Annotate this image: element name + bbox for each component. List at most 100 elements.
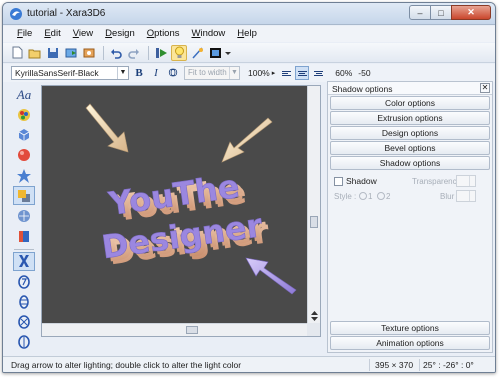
fit-select[interactable]: Fit to width ▼ (184, 66, 240, 80)
save-icon[interactable] (45, 45, 61, 61)
outline-button[interactable]: O (166, 66, 180, 80)
3d-scene[interactable]: YouThe YouThe YouThe Designer Designer D… (42, 86, 308, 324)
title-bar[interactable]: tutorial - Xara3D6 – □ ✕ (3, 3, 495, 25)
close-button[interactable]: ✕ (451, 5, 491, 20)
style-radio-1[interactable]: 1 (358, 192, 372, 201)
anim-rotate-4-icon[interactable] (13, 333, 35, 352)
bevel-icon[interactable] (13, 227, 35, 246)
bold-button[interactable]: B (132, 66, 146, 80)
anim-rotate-3-icon[interactable] (13, 312, 35, 331)
status-divider (369, 359, 370, 371)
align-right-button[interactable] (311, 66, 325, 80)
style-radio-2-label: 2 (386, 192, 391, 201)
star-icon[interactable] (13, 166, 35, 185)
shadow-checkbox[interactable]: Shadow (334, 176, 377, 186)
transparency-stepper[interactable] (456, 175, 476, 187)
minimize-button[interactable]: – (409, 5, 431, 20)
chevron-down-icon: ▼ (229, 67, 239, 79)
vertical-scrollbar[interactable] (307, 86, 320, 324)
anim-x-icon[interactable] (13, 251, 35, 271)
blur-stepper[interactable] (456, 190, 476, 202)
options-panel: Shadow options ✕ Color options Extrusion… (327, 81, 493, 353)
chevron-down-icon: ▼ (117, 67, 128, 79)
menu-window-label: indow (200, 28, 226, 39)
design-options-button[interactable]: Design options (330, 126, 490, 140)
menu-file[interactable]: File (11, 26, 38, 42)
menu-edit-label: dit (50, 28, 61, 39)
texture-options-button[interactable]: Texture options (330, 321, 490, 335)
extrude-tool-icon[interactable] (13, 125, 35, 144)
status-divider (419, 359, 420, 371)
align-left-button[interactable] (279, 66, 293, 80)
style-radio-1-label: 1 (368, 192, 373, 201)
shadow-options-button[interactable]: Shadow options (330, 156, 490, 170)
char-spacing-value[interactable]: -50 (358, 68, 370, 78)
color-options-button[interactable]: Color options (330, 96, 490, 110)
shadow-tool-icon[interactable] (13, 186, 35, 206)
export-icon[interactable] (63, 45, 79, 61)
extrusion-options-button[interactable]: Extrusion options (330, 111, 490, 125)
canvas-size: 395 × 370 (375, 360, 414, 370)
anim-rotate-2-icon[interactable] (13, 292, 35, 311)
new-icon[interactable] (9, 45, 25, 61)
menu-window[interactable]: Window (186, 26, 232, 42)
menu-options-label: ptions (154, 28, 180, 39)
menu-help[interactable]: Help (231, 26, 263, 42)
zoom-field[interactable]: 100% ▸ (246, 66, 277, 80)
antialias-icon[interactable] (189, 45, 205, 61)
panel-close-button[interactable]: ✕ (480, 83, 490, 93)
line-spacing-value[interactable]: 60% (335, 68, 352, 78)
text-tool-icon[interactable]: Aa (13, 85, 35, 104)
font-select[interactable]: KyrillaSansSerif-Black ▼ (11, 66, 129, 80)
radio-2-circle[interactable] (377, 192, 385, 200)
app-logo-icon (10, 8, 22, 20)
bevel-options-button[interactable]: Bevel options (330, 141, 490, 155)
color-tool-icon[interactable] (13, 105, 35, 124)
align-center-button[interactable] (295, 66, 310, 80)
menu-design-label: esign (112, 28, 135, 39)
menu-options[interactable]: Options (141, 26, 186, 42)
zoom-value: 100% (248, 68, 270, 78)
light-arrow-1[interactable] (85, 103, 129, 153)
menu-help-label: elp (244, 28, 257, 39)
undo-icon[interactable] (108, 45, 124, 61)
panel-header: Shadow options ✕ (328, 82, 492, 95)
italic-button[interactable]: I (149, 66, 163, 80)
maximize-button[interactable]: □ (430, 5, 452, 20)
shadow-checkbox-label: Shadow (346, 176, 377, 186)
horizontal-scroll-thumb[interactable] (186, 326, 198, 334)
light-arrow-2[interactable] (221, 117, 273, 163)
radio-1-circle[interactable] (359, 192, 367, 200)
vertical-scroll-thumb[interactable] (310, 216, 318, 228)
menu-file-label: ile (22, 28, 33, 39)
format-toolbar: KyrillaSansSerif-Black ▼ B I O Fit to wi… (3, 64, 495, 82)
shadow-options-group: Shadow Transparency Style : 1 2 Blur (330, 172, 490, 322)
menu-view[interactable]: View (67, 26, 99, 42)
horizontal-scrollbar[interactable] (42, 323, 308, 336)
lighting-icon[interactable] (171, 44, 187, 61)
design-canvas[interactable]: YouThe YouThe YouThe Designer Designer D… (41, 85, 321, 337)
sphere-icon[interactable] (13, 146, 35, 165)
open-icon[interactable] (27, 45, 43, 61)
import-icon[interactable] (81, 45, 97, 61)
chevron-down-icon[interactable] (225, 50, 231, 56)
anim-rotate-1-icon[interactable] (13, 272, 35, 291)
3d-text-group[interactable]: YouThe YouThe YouThe Designer Designer D… (93, 164, 272, 273)
zoom-arrow-icon[interactable]: ▸ (272, 69, 276, 77)
light-arrow-3[interactable] (245, 257, 297, 295)
rotation-angles: 25° : -26° : 0° (423, 360, 474, 370)
redo-icon[interactable] (126, 45, 142, 61)
scroll-arrows-icon[interactable] (310, 310, 319, 322)
texture-icon[interactable] (13, 206, 35, 225)
menu-design-accel: D (105, 28, 113, 39)
shadow-checkbox-box[interactable] (334, 176, 343, 186)
menu-view-label: iew (78, 28, 94, 39)
panel-bottom-buttons: Texture options Animation options (328, 320, 492, 350)
style-radio-2[interactable]: 2 (376, 192, 390, 201)
animation-icon[interactable] (153, 45, 169, 61)
view-mode-icon[interactable] (207, 45, 223, 61)
menu-edit[interactable]: Edit (38, 26, 66, 42)
animation-options-button[interactable]: Animation options (330, 336, 490, 350)
3d-viewport[interactable]: YouThe YouThe YouThe Designer Designer D… (42, 86, 308, 324)
menu-design[interactable]: Design (99, 26, 141, 42)
